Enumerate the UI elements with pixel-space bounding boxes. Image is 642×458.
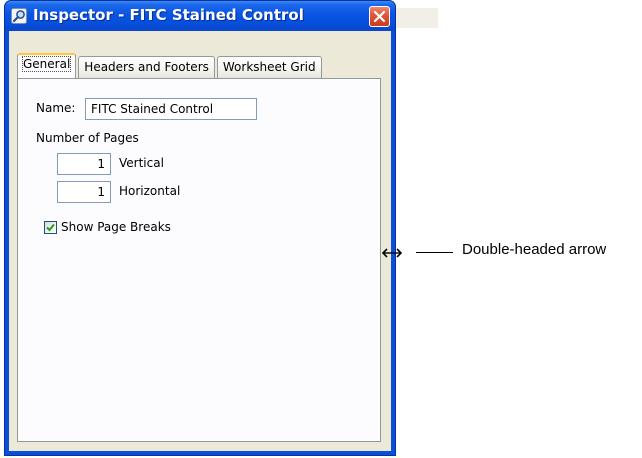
window-client-area: General Headers and Footers Worksheet Gr…: [9, 31, 391, 451]
show-page-breaks-checkbox[interactable]: [44, 221, 57, 234]
magnifier-icon: [11, 8, 27, 24]
screenshot-stage: Inspector - FITC Stained Control General…: [0, 0, 642, 458]
close-icon: [373, 10, 386, 23]
name-input[interactable]: FITC Stained Control: [85, 98, 257, 120]
number-of-pages-heading: Number of Pages: [36, 131, 139, 145]
tab-general[interactable]: General: [17, 53, 77, 78]
title-bar[interactable]: Inspector - FITC Stained Control: [5, 1, 395, 31]
general-tab-panel: Name: FITC Stained Control Number of Pag…: [17, 78, 381, 442]
close-button[interactable]: [369, 6, 390, 27]
tab-headers-and-footers[interactable]: Headers and Footers: [78, 56, 215, 78]
vertical-pages-input[interactable]: 1: [57, 153, 111, 175]
show-page-breaks-label: Show Page Breaks: [61, 220, 171, 234]
inspector-window: Inspector - FITC Stained Control General…: [4, 0, 396, 456]
tab-general-label: General: [21, 56, 72, 72]
horizontal-pages-input[interactable]: 1: [57, 181, 111, 203]
tab-worksheet-grid[interactable]: Worksheet Grid: [216, 56, 322, 78]
vertical-label: Vertical: [119, 156, 164, 170]
annotation-leader-line: [416, 252, 453, 253]
checkmark-icon: [46, 223, 55, 232]
window-title: Inspector - FITC Stained Control: [33, 6, 304, 24]
tab-strip: General Headers and Footers Worksheet Gr…: [17, 53, 324, 78]
name-label: Name:: [36, 101, 76, 115]
tab-headers-and-footers-label: Headers and Footers: [84, 60, 209, 74]
tab-worksheet-grid-label: Worksheet Grid: [222, 60, 316, 74]
backdrop-strip: [396, 8, 438, 28]
double-headed-arrow-icon: [381, 248, 403, 258]
horizontal-label: Horizontal: [119, 184, 181, 198]
annotation-label: Double-headed arrow: [462, 241, 607, 258]
